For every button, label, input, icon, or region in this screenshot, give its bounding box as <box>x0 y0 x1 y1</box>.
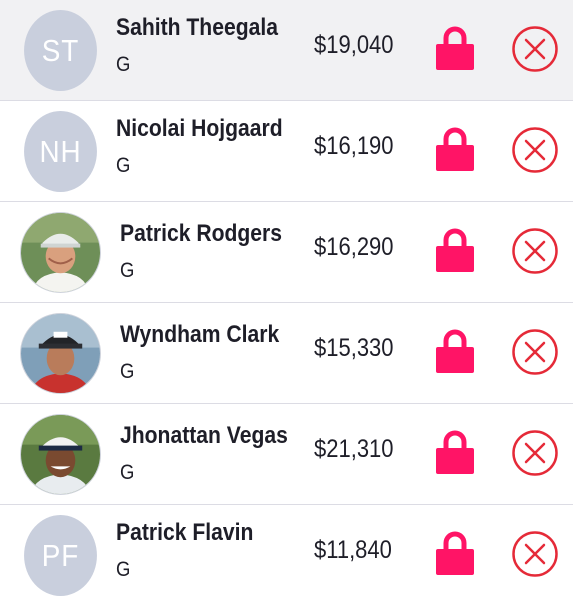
circle-x-icon[interactable] <box>511 530 559 578</box>
player-name: Nicolai Hojgaard <box>116 115 283 142</box>
player-row[interactable]: Wyndham Clark G $15,330 <box>0 303 573 404</box>
player-row[interactable]: ST Sahith Theegala G $19,040 <box>0 0 573 101</box>
player-name: Wyndham Clark <box>120 321 280 348</box>
player-row[interactable]: NH Nicolai Hojgaard G $16,190 <box>0 101 573 202</box>
player-photo-avatar <box>20 313 101 394</box>
player-position: G <box>116 558 131 581</box>
avatar-initials: PF <box>24 515 97 596</box>
player-position: G <box>120 461 135 484</box>
player-salary: $11,840 <box>314 536 392 564</box>
player-row[interactable]: Patrick Rodgers G $16,290 <box>0 202 573 303</box>
player-position: G <box>120 259 135 282</box>
player-name: Patrick Rodgers <box>120 220 282 247</box>
player-salary: $19,040 <box>314 31 394 59</box>
circle-x-icon[interactable] <box>511 227 559 275</box>
avatar-initials: NH <box>24 111 97 192</box>
lock-icon[interactable] <box>435 227 475 273</box>
circle-x-icon[interactable] <box>511 126 559 174</box>
player-photo-avatar <box>20 414 101 495</box>
circle-x-icon[interactable] <box>511 328 559 376</box>
lock-icon[interactable] <box>435 25 475 71</box>
circle-x-icon[interactable] <box>511 429 559 477</box>
player-lineup-list: ST Sahith Theegala G $19,040 NH Nicolai … <box>0 0 573 606</box>
player-position: G <box>116 154 131 177</box>
player-salary: $16,190 <box>314 132 394 160</box>
player-name: Patrick Flavin <box>116 519 254 546</box>
player-position: G <box>120 360 135 383</box>
player-photo-avatar <box>20 212 101 293</box>
player-salary: $21,310 <box>314 435 394 463</box>
circle-x-icon[interactable] <box>511 25 559 73</box>
player-position: G <box>116 53 131 76</box>
lock-icon[interactable] <box>435 429 475 475</box>
lock-icon[interactable] <box>435 328 475 374</box>
player-salary: $16,290 <box>314 233 394 261</box>
player-row[interactable]: PF Patrick Flavin G $11,840 <box>0 505 573 606</box>
player-name: Jhonattan Vegas <box>120 422 288 449</box>
player-name: Sahith Theegala <box>116 14 278 41</box>
player-row[interactable]: Jhonattan Vegas G $21,310 <box>0 404 573 505</box>
lock-icon[interactable] <box>435 126 475 172</box>
avatar-initials: ST <box>24 10 97 91</box>
lock-icon[interactable] <box>435 530 475 576</box>
player-salary: $15,330 <box>314 334 394 362</box>
